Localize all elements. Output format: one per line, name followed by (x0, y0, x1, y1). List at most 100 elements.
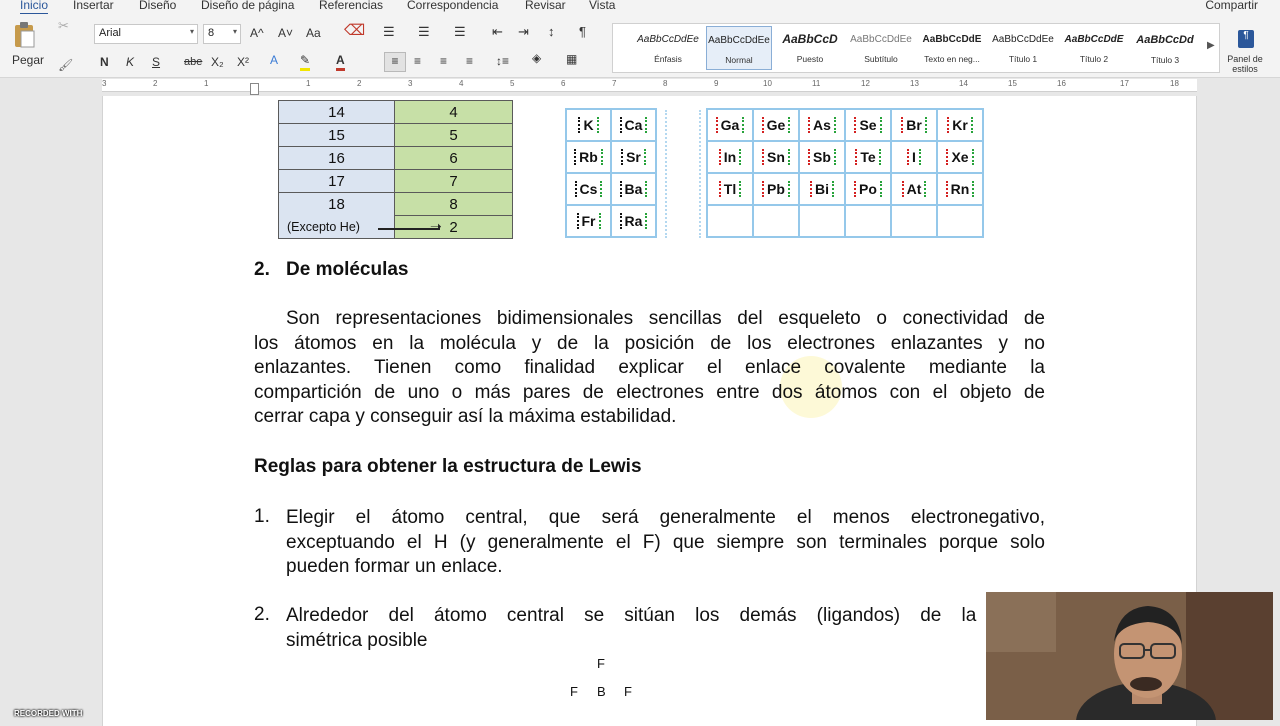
tab-3[interactable]: Diseño de página (201, 0, 294, 12)
bold-button[interactable]: N (100, 54, 109, 70)
ruler-number: 10 (763, 79, 772, 88)
tab-0[interactable]: Inicio (20, 0, 49, 15)
line-spacing-icon[interactable]: ↕≡ (496, 53, 509, 69)
bf3-left: F (570, 684, 578, 699)
rule2-number: 2. (254, 604, 270, 625)
section-heading: De moléculas (286, 259, 409, 280)
styles-gallery: AaBbCcDdEe Énfasis AaBbCcDdEe Normal AaBbC… (612, 23, 1220, 73)
rule1-text: Elegir el átomo central, que será genera… (286, 506, 1045, 580)
style-heading2[interactable]: AaBbCcDdE Título 2 (1061, 26, 1127, 70)
element-symbol: Ga (715, 117, 745, 133)
paste-icon[interactable] (12, 21, 36, 49)
element-cell: Po (844, 172, 892, 206)
shading-icon[interactable]: ◈ (532, 50, 541, 66)
align-center-icon[interactable]: ≡ (414, 53, 421, 69)
font-name-select[interactable]: Arial ▾ (94, 24, 198, 44)
style-strong[interactable]: AaBbCcDdE Texto en neg... (919, 26, 985, 70)
styles-more-icon[interactable]: ▶ (1207, 40, 1215, 51)
increase-indent-icon[interactable]: ⇥ (518, 24, 529, 40)
webcam-overlay (986, 592, 1273, 720)
change-case-icon[interactable]: Aa (306, 25, 321, 41)
element-symbol: Tl (718, 181, 742, 197)
table-cell: 17 (278, 169, 395, 193)
italic-button[interactable]: K (126, 54, 134, 70)
style-subtitle[interactable]: AaBbCcDdEe Subtítulo (848, 26, 914, 70)
align-left-icon[interactable]: ≡ (384, 52, 406, 72)
tab-1[interactable]: Insertar (73, 0, 114, 12)
sort-icon[interactable]: ↕ (548, 24, 555, 40)
ruler-number: 13 (910, 79, 919, 88)
subscript-button[interactable]: X₂ (211, 54, 224, 70)
element-cell: Te (844, 140, 892, 174)
element-symbol: Fr (576, 213, 601, 229)
lewis-periodic-left: K Ca Rb Sr Cs Ba Fr Ra (565, 108, 657, 238)
underline-button[interactable]: S (152, 54, 160, 70)
element-cell: Ra (610, 204, 657, 238)
element-symbol: Br (901, 117, 927, 133)
ribbon-tabs: Inicio Insertar Diseño Diseño de página Refe… (0, 0, 1280, 15)
ruler-number: 3 (408, 79, 413, 88)
format-painter-icon[interactable]: 🖌 (58, 58, 73, 72)
element-symbol: Sr (621, 149, 646, 165)
text-line: Elegir el átomo central, que será genera… (286, 507, 1045, 528)
element-symbol: K (578, 117, 599, 133)
shrink-font-icon[interactable]: A˅ (278, 25, 293, 41)
element-symbol: Xe (946, 149, 974, 165)
strikethrough-button[interactable]: abe (184, 54, 202, 70)
paste-label[interactable]: Pegar (12, 52, 44, 68)
element-cell: Ca (610, 108, 657, 142)
cut-icon[interactable]: ✂ (58, 18, 69, 34)
pilcrow-icon[interactable]: ¶ (579, 24, 586, 40)
style-heading1[interactable]: AaBbCcDdEe Título 1 (990, 26, 1056, 70)
font-color-icon[interactable]: A (336, 52, 345, 71)
element-cell: Rb (565, 140, 612, 174)
text-line: enlazantes. Tienen como finalidad explic… (254, 357, 1045, 379)
tab-4[interactable]: Referencias (319, 0, 383, 12)
rule1-number: 1. (254, 506, 270, 527)
element-symbol: In (718, 149, 742, 165)
element-cell: I (890, 140, 938, 174)
element-symbol: Bi (810, 181, 834, 197)
grow-font-icon[interactable]: A^ (250, 25, 264, 41)
table-break (665, 110, 701, 238)
table-row: 14 4 (278, 100, 513, 124)
ruler-number: 2 (357, 79, 362, 88)
table-row: Cs Ba (565, 172, 657, 206)
styles-pane-label[interactable]: Panel de estilos (1222, 54, 1268, 74)
multilevel-icon[interactable]: ☰ (454, 24, 466, 40)
indent-marker[interactable] (250, 83, 259, 95)
table-row: 15 5 (278, 123, 513, 147)
superscript-button[interactable]: X² (237, 54, 249, 70)
styles-pane-icon[interactable]: ¶ (1238, 30, 1254, 48)
font-size-select[interactable]: 8 ▾ (203, 24, 241, 44)
align-right-icon[interactable]: ≡ (440, 53, 447, 69)
element-cell (890, 204, 938, 238)
tab-2[interactable]: Diseño (139, 0, 176, 12)
element-cell: Cs (565, 172, 612, 206)
decrease-indent-icon[interactable]: ⇤ (492, 24, 503, 40)
style-heading3[interactable]: AaBbCcDd Título 3 (1132, 26, 1198, 70)
text-effects-icon[interactable]: A (270, 52, 278, 68)
share-button[interactable]: Compartir (1205, 0, 1258, 12)
borders-icon[interactable]: ▦ (566, 51, 577, 67)
clear-format-icon[interactable]: ⌫ (344, 23, 365, 39)
style-title[interactable]: AaBbCcD Puesto (777, 26, 843, 70)
tab-5[interactable]: Correspondencia (407, 0, 498, 12)
group-valence-table: 14 4 15 5 16 6 17 7 18 8 (Excepto He) 2 (278, 100, 513, 239)
style-normal[interactable]: AaBbCcDdEe Normal (706, 26, 772, 70)
style-emphasis[interactable]: AaBbCcDdEe Énfasis (635, 26, 701, 70)
ruler-number: 5 (510, 79, 515, 88)
highlight-icon[interactable]: ✎ (300, 52, 311, 71)
ruler-number: 9 (714, 79, 719, 88)
justify-icon[interactable]: ≡ (466, 53, 473, 69)
table-cell: 2 (394, 215, 513, 239)
tab-6[interactable]: Revisar (525, 0, 566, 12)
ruler-number: 6 (561, 79, 566, 88)
element-cell: Fr (565, 204, 612, 238)
table-row: Rb Sr (565, 140, 657, 174)
tab-7[interactable]: Vista (589, 0, 615, 12)
text-line: exceptuando el H (y generalmente el F) q… (286, 531, 1045, 553)
numbering-icon[interactable]: ☰ (418, 24, 430, 40)
bf3-top: F (597, 656, 605, 671)
bullets-icon[interactable]: ☰ (383, 24, 395, 40)
